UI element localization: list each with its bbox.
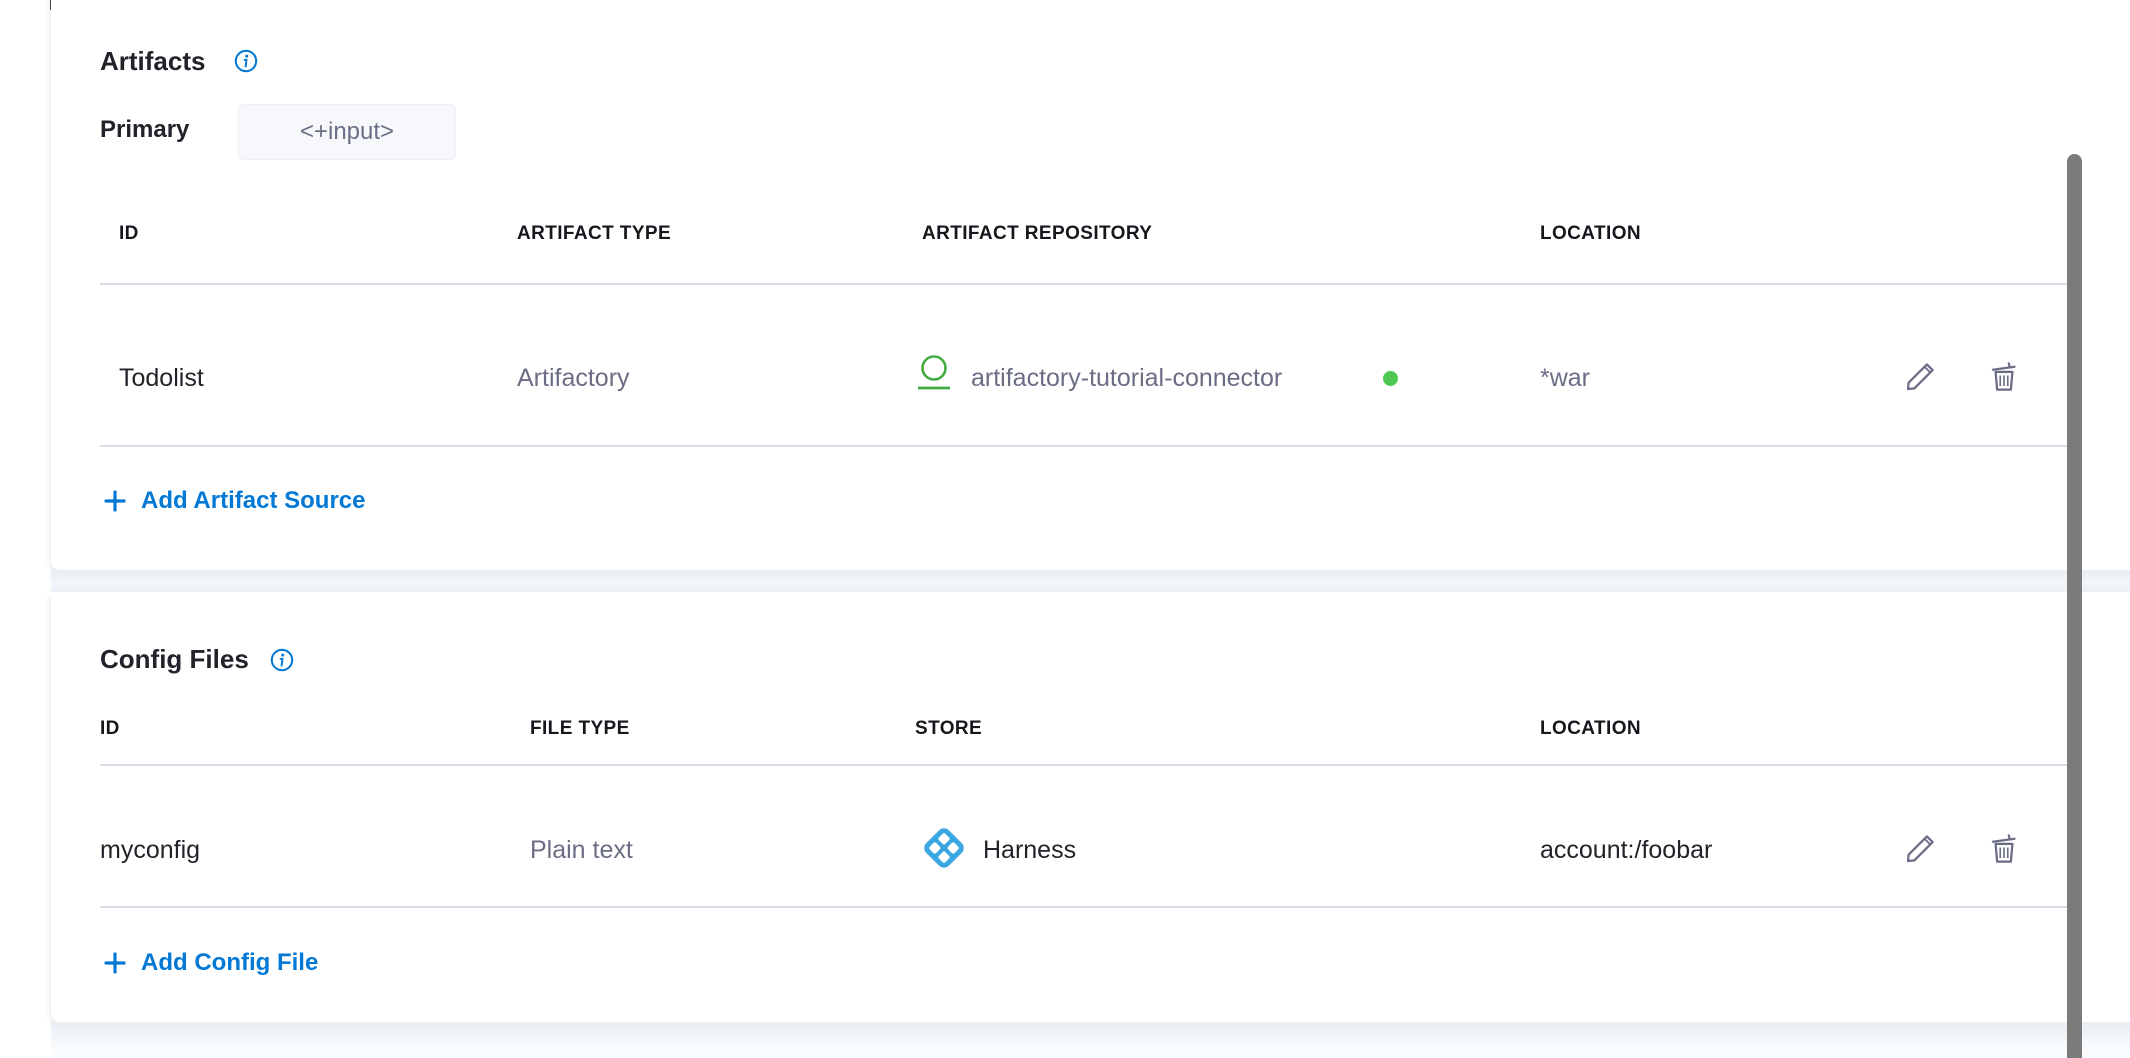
config-file-type-cell: Plain text — [530, 836, 633, 865]
plus-icon — [103, 951, 127, 975]
column-header-store: STORE — [915, 718, 982, 740]
config-files-title: Config Files — [100, 644, 249, 675]
info-icon[interactable] — [270, 648, 294, 672]
section-gap — [51, 570, 2130, 592]
column-header-location: LOCATION — [1540, 718, 1641, 740]
artifacts-section: Artifacts Primary <+input> ID ARTIFACT T… — [51, 0, 2130, 570]
page: Artifacts Primary <+input> ID ARTIFACT T… — [0, 0, 2130, 1058]
column-header-file-type: FILE TYPE — [530, 718, 630, 740]
add-config-file-label: Add Config File — [141, 949, 318, 977]
add-config-file-button[interactable]: Add Config File — [103, 949, 318, 977]
primary-label: Primary — [100, 116, 189, 144]
column-header-id: ID — [119, 223, 139, 245]
add-artifact-source-label: Add Artifact Source — [141, 487, 365, 515]
config-store-cell: Harness — [983, 836, 1076, 865]
edit-button[interactable] — [1902, 831, 1938, 867]
column-header-artifact-type: ARTIFACT TYPE — [517, 223, 671, 245]
config-files-section: Config Files ID FILE TYPE STORE LOCATION… — [51, 592, 2130, 1022]
info-icon[interactable] — [234, 49, 258, 73]
artifact-type-cell: Artifactory — [517, 364, 630, 393]
harness-logo-icon — [921, 825, 966, 870]
delete-button[interactable] — [1986, 359, 2022, 395]
artifactory-icon — [917, 354, 959, 403]
divider — [100, 906, 2078, 908]
config-location-cell: account:/foobar — [1540, 836, 1712, 865]
divider — [100, 445, 2078, 447]
plus-icon — [103, 489, 127, 513]
page-background-strip — [51, 1022, 2130, 1058]
config-id-cell: myconfig — [100, 836, 200, 865]
artifacts-title: Artifacts — [100, 46, 205, 77]
column-header-artifact-repository: ARTIFACT REPOSITORY — [922, 223, 1152, 245]
artifact-repository-cell: artifactory-tutorial-connector — [971, 364, 1282, 393]
primary-input-chip[interactable]: <+input> — [238, 104, 456, 160]
divider — [100, 283, 2078, 285]
delete-button[interactable] — [1986, 831, 2022, 867]
add-artifact-source-button[interactable]: Add Artifact Source — [103, 487, 365, 515]
artifact-location-cell: *war — [1540, 364, 1590, 393]
column-header-location: LOCATION — [1540, 223, 1641, 245]
vertical-scrollbar-thumb[interactable] — [2067, 154, 2082, 1058]
artifact-id-cell: Todolist — [119, 364, 204, 393]
edit-button[interactable] — [1902, 359, 1938, 395]
connector-status-dot — [1383, 371, 1398, 386]
divider — [100, 764, 2078, 766]
column-header-id: ID — [100, 718, 120, 740]
